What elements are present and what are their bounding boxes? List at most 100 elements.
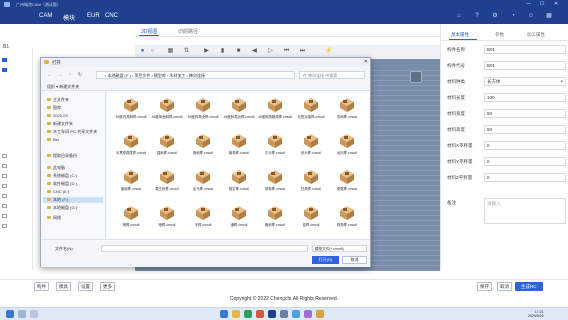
organize-menu[interactable]: 组织 ▾ 新建文件夹 — [47, 84, 79, 90]
select-icon[interactable]: ● — [139, 48, 146, 55]
file-item[interactable]: 暗榫.cmodl — [149, 201, 185, 239]
material-width-field[interactable]: 50 — [484, 109, 566, 118]
settings-button[interactable]: 设置 — [78, 282, 93, 291]
file-item[interactable]: 明榫.cmodl — [113, 201, 149, 239]
tab-params[interactable]: 参数 — [495, 32, 504, 38]
remark-textarea[interactable]: 请输入 — [484, 198, 566, 224]
save-button[interactable]: 保存 — [477, 282, 492, 291]
close-icon[interactable]: ✕ — [554, 0, 558, 9]
back-icon[interactable]: ← — [47, 72, 53, 78]
nav-item[interactable]: 系统磁盘 (C:) — [47, 173, 77, 179]
dialog-close-icon[interactable]: ✕ — [364, 58, 368, 67]
taskbar-app-icon[interactable] — [280, 310, 288, 318]
mold-button[interactable]: 模具 — [56, 282, 71, 291]
play-icon[interactable]: ▶ — [203, 48, 210, 55]
component-code-field[interactable]: B01 — [484, 61, 566, 70]
cancel-button[interactable]: 取消 — [497, 282, 512, 291]
folder-search-input[interactable]: 在 榫卯连接 中搜索 — [299, 71, 365, 79]
offset-x-field[interactable]: 0 — [484, 141, 566, 150]
tab-machining-props[interactable]: 加工属性 — [527, 32, 545, 38]
file-item[interactable]: 挂榫.cmodl — [293, 201, 329, 239]
nav-item[interactable]: CNC (E:) — [47, 189, 69, 194]
task-view-icon[interactable] — [30, 310, 38, 318]
step-forward-icon[interactable]: ▷ — [267, 48, 274, 55]
nav-item[interactable]: Bin — [47, 137, 59, 142]
settings-icon[interactable]: ⚙ — [491, 12, 499, 20]
stop-icon[interactable]: ■ — [235, 48, 242, 55]
pause-icon[interactable]: ▮ — [219, 48, 226, 55]
more-button[interactable]: 更多 — [100, 282, 115, 291]
nav-item[interactable]: 新建文件夹 — [47, 121, 73, 127]
material-length-field[interactable]: 100 — [484, 93, 566, 102]
taskbar-app-icon[interactable] — [256, 310, 264, 318]
start-icon[interactable] — [6, 310, 14, 318]
generate-nc-button[interactable]: 生成NC — [515, 282, 543, 291]
rewind-icon[interactable]: ⏮ — [283, 48, 290, 55]
tab-toolpath[interactable]: 切削路径 — [178, 28, 198, 35]
tree-checkbox[interactable] — [2, 194, 7, 198]
tree-checkbox[interactable] — [2, 214, 7, 218]
help-icon[interactable]: ? — [473, 12, 481, 20]
tree-checkbox[interactable] — [2, 204, 7, 208]
open-button[interactable]: 打开(O) — [312, 256, 339, 264]
offset-y-field[interactable]: 0 — [484, 157, 566, 166]
nav-item[interactable]: 软件磁盘 (D:) — [47, 181, 77, 187]
user-icon[interactable]: ☺ — [527, 12, 535, 20]
nav-item[interactable]: 此电脑 — [47, 165, 65, 171]
bell-icon[interactable]: ◔ — [509, 12, 517, 20]
tree-checkbox[interactable] — [2, 164, 7, 168]
menu-cnc[interactable]: CNC — [105, 13, 118, 19]
filename-input[interactable] — [101, 245, 308, 252]
fast-forward-icon[interactable]: ⏭ — [299, 48, 306, 55]
nav-item[interactable]: 主文件夹 — [47, 97, 69, 103]
address-bar[interactable]: › 本地磁盘 (F:) › 项目文件 › 模型库 › 木材加工 › 榫卯连接 — [96, 71, 295, 79]
tree-checkbox[interactable] — [2, 58, 7, 62]
taskbar-app-icon[interactable] — [292, 310, 300, 318]
menu-eur[interactable]: EUR — [87, 13, 100, 19]
tree-checkbox[interactable] — [2, 174, 7, 178]
nav-item[interactable]: 图库 — [47, 105, 61, 111]
taskbar-app-icon[interactable] — [244, 310, 252, 318]
search-icon[interactable] — [18, 310, 26, 318]
view-cube-icon[interactable] — [410, 71, 422, 83]
nav-item[interactable]: 提取目录备份 — [47, 153, 77, 159]
file-item[interactable]: 通榫.cmodl — [221, 201, 257, 239]
forward-icon[interactable]: → — [57, 72, 63, 78]
nav-item[interactable]: 2025-09 — [47, 113, 68, 118]
file-item[interactable]: 格肩榫.cmodl — [257, 201, 293, 239]
nav-item[interactable]: 本地 (F:) — [43, 197, 103, 203]
nav-item[interactable]: 网络 — [47, 215, 61, 221]
tree-checkbox[interactable] — [2, 154, 7, 158]
offset-z-field[interactable]: 0 — [484, 173, 566, 182]
filetype-select[interactable]: 模型文件(*.cmodl) — [312, 245, 367, 252]
speed-icon[interactable]: ⚡ — [325, 48, 332, 55]
tree-checkbox[interactable] — [2, 224, 7, 228]
taskbar-app-icon[interactable] — [316, 310, 324, 318]
tree-checkbox[interactable] — [2, 184, 7, 188]
up-icon[interactable]: ↑ — [67, 72, 73, 78]
nav-item[interactable]: 木工车间-PC-共享文件夹 — [47, 129, 97, 135]
measure-icon[interactable]: ⇅ — [183, 48, 190, 55]
component-button[interactable]: 构件 — [34, 282, 49, 291]
tab-basic-props[interactable]: 基本属性 — [451, 32, 469, 38]
layout-icon[interactable]: ▦ — [545, 12, 553, 20]
tree-checkbox[interactable] — [2, 68, 7, 72]
taskbar-app-icon[interactable] — [304, 310, 312, 318]
refresh-icon[interactable]: ↻ — [77, 72, 83, 78]
dialog-cancel-button[interactable]: 取消 — [342, 256, 367, 264]
step-back-icon[interactable]: ◀ — [251, 48, 258, 55]
grid-icon[interactable]: ▦ — [167, 48, 174, 55]
tab-3d-view[interactable]: 3D视图 — [138, 28, 160, 36]
menu-cam[interactable]: CAM — [39, 13, 52, 19]
cam-app-icon[interactable] — [268, 310, 276, 318]
minimize-icon[interactable]: — — [526, 0, 531, 9]
menu-module[interactable]: 模块 — [63, 13, 75, 22]
nav-item[interactable]: 本地磁盘 (G:) — [47, 205, 77, 211]
file-item[interactable]: 粽角榫.cmodl — [329, 201, 365, 239]
home-icon[interactable]: ⌂ — [455, 12, 463, 20]
material-type-select[interactable]: 长方体 — [484, 77, 566, 86]
maximize-icon[interactable]: ☐ — [540, 0, 544, 9]
file-item[interactable]: 半榫.cmodl — [185, 201, 221, 239]
file-explorer-icon[interactable] — [232, 310, 240, 318]
circle-icon[interactable]: ○ — [149, 48, 156, 55]
